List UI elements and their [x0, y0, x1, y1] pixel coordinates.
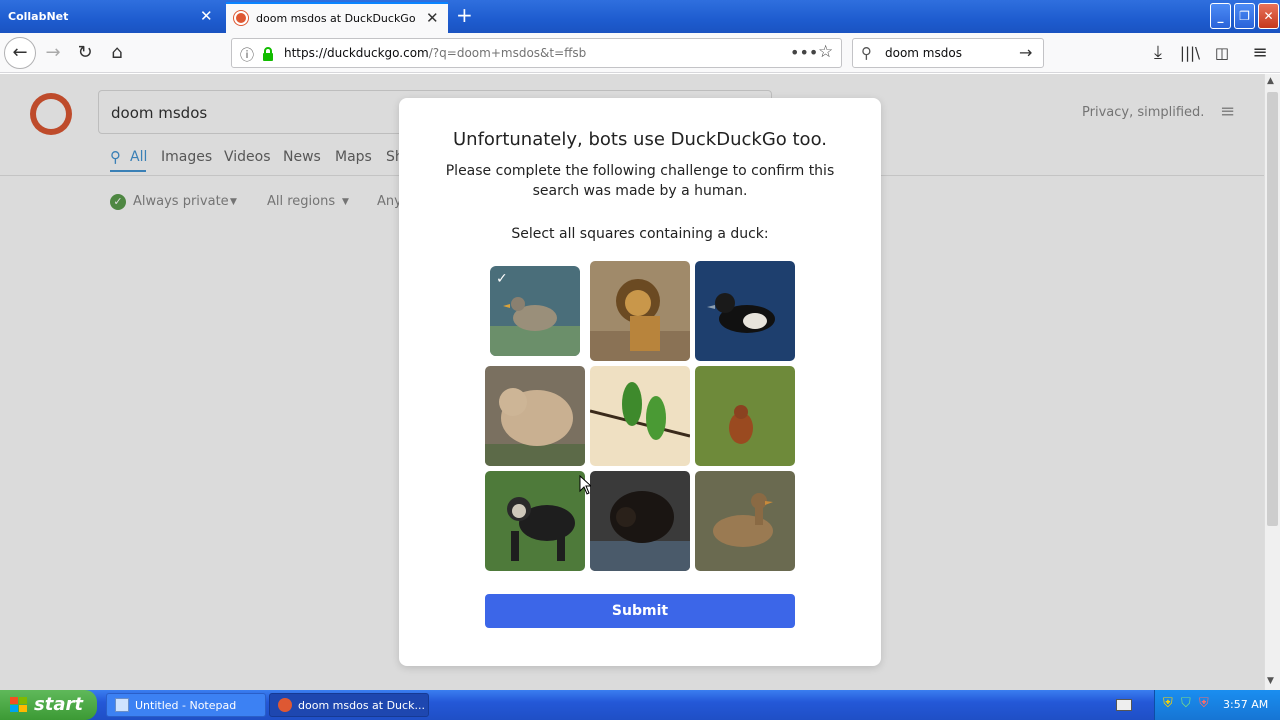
taskbar-item-label: Untitled - Notepad [135, 699, 237, 712]
tab-label: CollabNet [8, 10, 69, 23]
taskbar-item-browser[interactable]: doom msdos at Duck... [269, 693, 429, 717]
home-button[interactable]: ⌂ [104, 40, 130, 66]
start-label: start [34, 694, 83, 715]
tab-duckduckgo[interactable]: doom msdos at DuckDuckGo ✕ [226, 2, 448, 33]
forward-button[interactable]: → [40, 40, 66, 66]
url-bar[interactable]: ⓘ https://duckduckgo.com/?q=doom+msdos&t… [231, 38, 842, 68]
captcha-tile-bear[interactable] [485, 366, 585, 466]
keyboard-icon[interactable] [1116, 699, 1132, 711]
taskbar-item-notepad[interactable]: Untitled - Notepad [106, 693, 266, 717]
notepad-icon [115, 698, 129, 712]
captcha-tile-lion[interactable] [590, 261, 690, 361]
taskbar-item-label: doom msdos at Duck... [298, 699, 425, 712]
search-bar[interactable]: ⚲ doom msdos → [852, 38, 1044, 68]
scroll-up-icon[interactable]: ▲ [1267, 76, 1274, 86]
scroll-down-icon[interactable]: ▼ [1267, 676, 1274, 686]
browser-icon [278, 698, 292, 712]
minimize-button[interactable]: _ [1210, 3, 1231, 29]
checkmark-icon: ✓ [496, 271, 508, 287]
start-button[interactable]: start [0, 690, 97, 720]
captcha-tile-bear[interactable] [590, 471, 690, 571]
sidebar-icon[interactable]: ◫ [1209, 40, 1235, 66]
tab-collabnet[interactable]: CollabNet ✕ [0, 2, 224, 32]
captcha-tile-parrots[interactable] [590, 366, 690, 466]
reload-button[interactable]: ↻ [72, 40, 98, 66]
navigation-toolbar: ← → ↻ ⌂ ⓘ https://duckduckgo.com/?q=doom… [0, 33, 1280, 73]
close-tab-icon[interactable]: ✕ [200, 7, 213, 25]
close-window-button[interactable]: ✕ [1258, 3, 1279, 29]
close-tab-icon[interactable]: ✕ [426, 9, 439, 27]
url-path: /?q=doom+msdos&t=ffsb [428, 46, 587, 60]
submit-button[interactable]: Submit [485, 594, 795, 628]
captcha-modal: Unfortunately, bots use DuckDuckGo too. … [399, 98, 881, 666]
search-bar-value: doom msdos [885, 46, 962, 60]
duckduckgo-favicon-icon [234, 11, 248, 25]
tab-label: doom msdos at DuckDuckGo [256, 12, 416, 25]
library-icon[interactable]: |||\ [1177, 40, 1203, 66]
clock[interactable]: 3:57 AM [1223, 698, 1268, 711]
windows-logo-icon [10, 697, 28, 713]
bookmark-star-icon[interactable]: ☆ [818, 42, 833, 62]
alert-shield-icon[interactable]: ⛨ [1199, 696, 1209, 711]
captcha-tile-orangutan[interactable] [695, 366, 795, 466]
captcha-title: Unfortunately, bots use DuckDuckGo too. [453, 129, 827, 150]
info-icon[interactable]: ⓘ [240, 45, 254, 65]
captcha-tile-duck[interactable] [695, 261, 795, 361]
network-icon[interactable]: ⛉ [1181, 696, 1191, 711]
captcha-instruction: Select all squares containing a duck: [511, 226, 769, 242]
security-shield-icon[interactable]: ⛨ [1163, 696, 1173, 711]
url-host: https://duckduckgo.com [284, 46, 429, 60]
search-icon: ⚲ [861, 44, 872, 62]
system-tray: ⛨ ⛉ ⛨ 3:57 AM [1154, 690, 1280, 720]
taskbar: start Untitled - Notepad doom msdos at D… [0, 690, 1280, 720]
page-actions-icon[interactable]: ••• [790, 43, 818, 62]
lock-icon[interactable] [262, 46, 273, 61]
maximize-button[interactable]: ❐ [1234, 3, 1255, 29]
scrollbar-thumb[interactable] [1267, 92, 1278, 526]
captcha-tile-monkey[interactable] [485, 471, 585, 571]
search-go-icon[interactable]: → [1019, 43, 1032, 62]
new-tab-icon[interactable]: + [456, 3, 473, 27]
scrollbar[interactable]: ▲ ▼ [1264, 74, 1280, 690]
back-button[interactable]: ← [4, 37, 36, 69]
downloads-icon[interactable]: ⤓ [1145, 40, 1171, 66]
url-text: https://duckduckgo.com/?q=doom+msdos&t=f… [284, 46, 586, 60]
captcha-tile-duck[interactable] [695, 471, 795, 571]
tab-bar: CollabNet ✕ doom msdos at DuckDuckGo ✕ +… [0, 0, 1280, 33]
captcha-tile-duck[interactable]: ✓ [490, 266, 580, 356]
captcha-description: Please complete the following challenge … [445, 163, 835, 199]
mouse-cursor-icon [579, 474, 593, 499]
menu-icon[interactable]: ≡ [1247, 40, 1273, 66]
